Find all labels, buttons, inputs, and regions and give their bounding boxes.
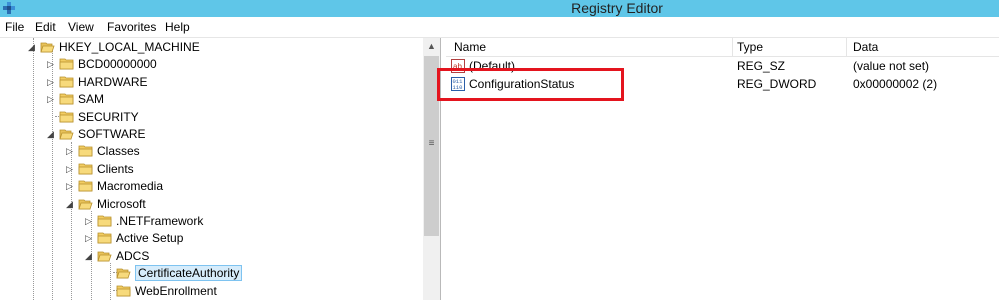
tree-item-label: Active Setup (116, 231, 184, 246)
tree-item-label: BCD00000000 (78, 57, 157, 72)
tree-item-label: SOFTWARE (78, 127, 146, 141)
tree-item-label: .NETFramework (116, 214, 204, 228)
tree-item[interactable]: ▷ Clients (0, 161, 420, 178)
title-bar: Registry Editor (0, 0, 999, 17)
folder-icon (97, 215, 112, 227)
collapse-arrow-icon[interactable]: ◢ (85, 250, 95, 262)
value-type: REG_SZ (737, 59, 786, 73)
value-data: (value not set) (853, 59, 930, 73)
tree-item-label: ADCS (116, 248, 150, 263)
tree-item-label: Microsoft (97, 196, 146, 211)
tree-item-label: Macromedia (97, 179, 164, 194)
expand-arrow-icon[interactable]: ▷ (47, 93, 57, 105)
collapse-arrow-icon[interactable]: ◢ (66, 198, 76, 210)
menu-edit[interactable]: Edit (35, 20, 56, 34)
folder-icon (59, 111, 74, 122)
tree-item[interactable]: ◢ SOFTWARE (0, 126, 420, 143)
folder-icon (59, 76, 74, 88)
expand-arrow-icon[interactable]: ▷ (85, 215, 95, 227)
menu-file[interactable]: File (5, 20, 24, 34)
expand-arrow-icon[interactable]: ▷ (85, 232, 95, 244)
column-header-name[interactable]: Name (454, 40, 486, 54)
column-divider[interactable] (732, 38, 733, 56)
column-header-data[interactable]: Data (853, 40, 878, 54)
tree-item-label: HKEY_LOCAL_MACHINE (59, 40, 200, 54)
tree-item[interactable]: WebEnrollment (0, 283, 420, 300)
expand-arrow-icon[interactable]: ▷ (47, 76, 57, 88)
collapse-arrow-icon[interactable]: ◢ (28, 41, 38, 53)
tree-item-label: CertificateAuthority (135, 265, 243, 282)
tree-item-label: Classes (97, 144, 140, 159)
tree-item[interactable]: ▷ Classes (0, 143, 420, 160)
column-divider[interactable] (846, 38, 847, 56)
menu-favorites[interactable]: Favorites (107, 20, 156, 34)
menu-help[interactable]: Help (165, 20, 190, 34)
menu-bar: File Edit View Favorites Help (0, 17, 999, 38)
tree-item-label: SECURITY (78, 109, 139, 124)
expand-arrow-icon[interactable]: ▷ (66, 145, 76, 157)
value-data: 0x00000002 (2) (853, 77, 938, 91)
value-type: REG_DWORD (737, 77, 817, 91)
tree-item[interactable]: ▷ Active Setup (0, 230, 420, 247)
column-header-type[interactable]: Type (737, 40, 763, 54)
expand-arrow-icon[interactable]: ▷ (47, 58, 57, 70)
tree-item[interactable]: ▷ BCD00000000 (0, 56, 420, 73)
folder-icon (59, 129, 74, 140)
tree-item-label: SAM (78, 92, 105, 107)
key-tree-pane[interactable]: ◢ HKEY_LOCAL_MACHINE ▷ BCD00000000 ▷ HARDWARE… (0, 38, 441, 300)
highlight-box (437, 68, 624, 101)
list-header: Name Type Data (446, 38, 999, 57)
tree-item[interactable]: CertificateAuthority (0, 265, 420, 282)
tree-item[interactable]: ◢ HKEY_LOCAL_MACHINE (0, 39, 420, 56)
folder-icon (78, 199, 93, 209)
collapse-arrow-icon[interactable]: ◢ (47, 128, 57, 140)
folder-icon (97, 251, 112, 262)
folder-icon (78, 145, 93, 157)
folder-icon (59, 93, 74, 105)
menu-view[interactable]: View (68, 20, 94, 34)
expand-arrow-icon[interactable]: ▷ (66, 163, 76, 175)
tree-item[interactable]: ◢ Microsoft (0, 196, 420, 213)
folder-icon (78, 163, 93, 175)
folder-icon (78, 180, 93, 192)
expand-arrow-icon[interactable]: ▷ (66, 180, 76, 192)
tree-item-label: Clients (97, 161, 134, 176)
tree-item[interactable]: ◢ ADCS (0, 248, 420, 265)
tree-item[interactable]: ▷ SAM (0, 91, 420, 108)
grip-icon: ≡ (428, 138, 435, 149)
tree-item[interactable]: ▷ HARDWARE (0, 74, 420, 91)
window-title: Registry Editor (571, 0, 663, 16)
tree-item[interactable]: SECURITY (0, 109, 420, 126)
tree-item-label: WebEnrollment (135, 283, 217, 298)
folder-icon (116, 285, 131, 296)
folder-icon (97, 232, 112, 244)
folder-icon (116, 268, 131, 279)
tree-item-label: HARDWARE (78, 74, 148, 89)
tree-item[interactable]: ▷ .NETFramework (0, 213, 420, 230)
scroll-up-arrow-icon[interactable]: ▲ (423, 38, 440, 55)
tree-item[interactable]: ▷ Macromedia (0, 178, 420, 195)
folder-icon (40, 42, 55, 53)
folder-icon (59, 58, 74, 70)
